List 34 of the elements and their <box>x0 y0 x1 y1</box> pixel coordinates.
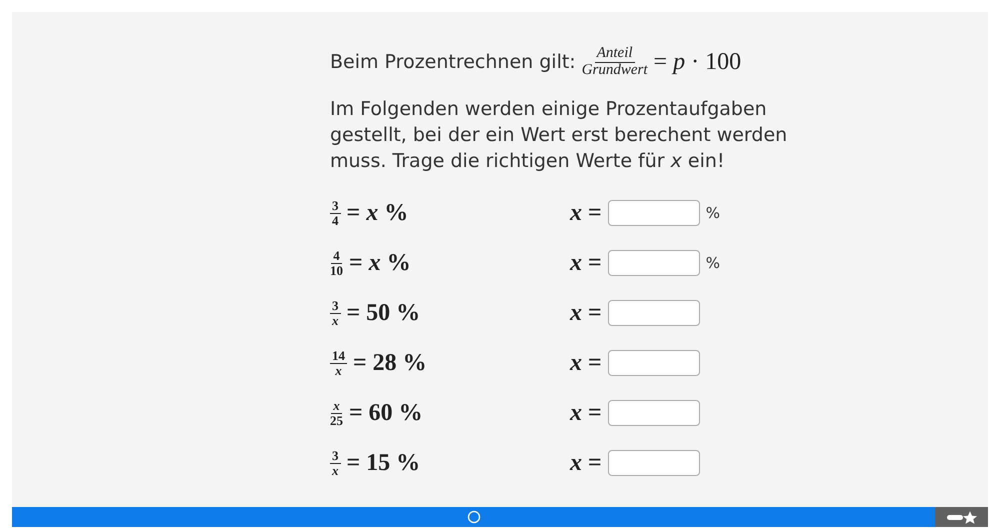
circle-icon[interactable] <box>466 510 480 524</box>
fraction: 14 x <box>330 348 347 378</box>
answer-field[interactable] <box>608 400 700 426</box>
equation-text: = x % <box>346 200 408 226</box>
equation-text: = 50 % <box>346 300 420 326</box>
equation-text: = 60 % <box>349 400 423 426</box>
answer-field[interactable] <box>608 300 700 326</box>
fraction: x 25 <box>330 398 343 428</box>
instruction-text: Im Folgenden werden einige Prozentaufgaben gestellt, bei der ein Wert erst berechent werden muss. Trage die richtigen Werte für x ein! <box>330 97 788 174</box>
toolbar-button[interactable] <box>935 507 988 527</box>
pill-icon <box>946 514 962 520</box>
formula-text: = p · 100 <box>654 48 742 76</box>
answer-label: x = <box>570 250 602 276</box>
equation-text: = x % <box>349 250 411 276</box>
answer-field[interactable] <box>608 350 700 376</box>
answer-label: x = <box>570 400 602 426</box>
answer-field[interactable] <box>608 200 700 226</box>
fraction: 3 4 <box>330 198 340 228</box>
answer-label: x = <box>570 300 602 326</box>
answer-field[interactable] <box>608 450 700 476</box>
star-icon <box>962 510 976 524</box>
answer-label: x = <box>570 350 602 376</box>
equation-text: = 28 % <box>353 350 427 376</box>
fraction: Anteil Grundwert <box>582 46 648 78</box>
fraction: 4 10 <box>330 248 343 278</box>
unit-label: % <box>706 254 720 272</box>
unit-label: % <box>706 204 720 222</box>
intro-text: Beim Prozentrechnen gilt: <box>330 51 576 73</box>
answer-label: x = <box>570 450 602 476</box>
answer-label: x = <box>570 200 602 226</box>
answer-field[interactable] <box>608 250 700 276</box>
equation-text: = 15 % <box>346 450 420 476</box>
fraction: 3 x <box>330 298 340 328</box>
fraction: 3 x <box>330 448 340 478</box>
